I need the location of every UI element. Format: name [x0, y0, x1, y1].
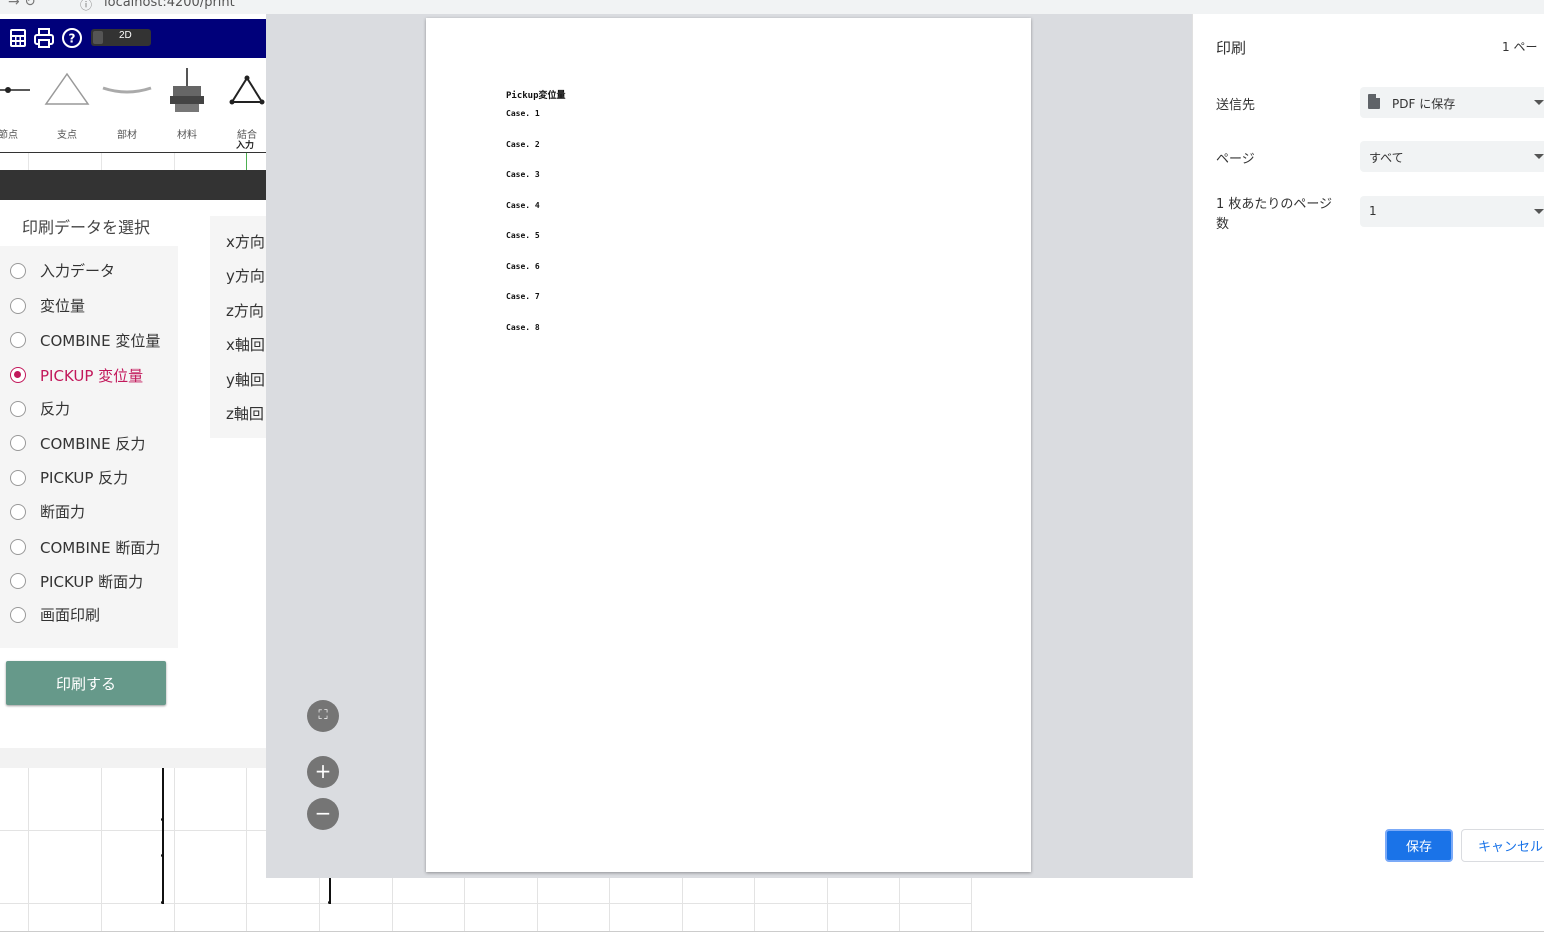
case-label: Case. 6 — [506, 262, 540, 271]
radio-reaction[interactable] — [10, 401, 26, 417]
case-label: Case. 1 — [506, 109, 540, 118]
pages-per-sheet-value: 1 — [1369, 204, 1377, 218]
tool-label: 節点 — [0, 130, 18, 141]
option-label[interactable]: 変位量 — [40, 295, 85, 316]
pages-value: すべて — [1369, 151, 1404, 165]
destination-label: 送信先 — [1216, 98, 1256, 113]
tool-node[interactable]: 節点 — [0, 66, 38, 146]
print-button[interactable]: 印刷する — [6, 661, 166, 705]
list-item[interactable]: x方向 — [226, 231, 265, 252]
chevron-down-icon — [1534, 154, 1544, 159]
radio-pickup-section-force[interactable] — [10, 573, 26, 589]
app-toolbar: ? 2D — [0, 19, 268, 58]
grid-strip — [0, 153, 268, 170]
pages-per-sheet-label: 1 枚あたりのページ — [1216, 197, 1333, 212]
preview-page: Pickup変位量 Case. 1 Case. 2 Case. 3 Case. … — [426, 18, 1031, 872]
option-label[interactable]: 画面印刷 — [40, 604, 100, 625]
print-dialog-title: 印刷 — [1216, 39, 1247, 57]
radio-displacement[interactable] — [10, 298, 26, 314]
node-point — [161, 901, 164, 904]
url-text[interactable]: localhost:4200/print — [104, 0, 235, 10]
case-label: Case. 5 — [506, 231, 540, 240]
option-label[interactable]: 入力データ — [40, 260, 115, 281]
node-point — [161, 854, 164, 857]
option-label[interactable]: COMBINE 反力 — [40, 433, 145, 454]
tool-label: 材料 — [177, 130, 197, 141]
support-icon — [44, 72, 90, 105]
member-icon — [102, 86, 152, 94]
pages-select[interactable]: すべて — [1360, 141, 1544, 172]
tool-label: 支点 — [57, 130, 77, 141]
option-label[interactable]: COMBINE 変位量 — [40, 330, 160, 351]
dimension-label: 2D — [119, 30, 132, 41]
tool-ribbon: 節点 支点 部材 材料 結合 — [0, 58, 268, 153]
cancel-button[interactable]: キャンセル — [1461, 829, 1544, 862]
print-panel-title: 印刷データを選択 — [22, 218, 151, 237]
list-item[interactable]: y方向 — [226, 265, 265, 286]
tool-label: 部材 — [117, 130, 137, 141]
help-icon[interactable]: ? — [61, 27, 83, 49]
tool-support[interactable]: 支点 — [37, 66, 97, 146]
header-band — [0, 170, 268, 200]
divider — [0, 931, 1544, 932]
direction-list: x方向 y方向 z方向 x軸回 y軸回 z軸回 — [210, 216, 268, 438]
list-item[interactable]: x軸回 — [226, 334, 265, 355]
chevron-down-icon — [1534, 209, 1544, 214]
info-icon[interactable]: ⓘ — [80, 0, 92, 13]
page-count: 1 ペー — [1502, 40, 1538, 54]
chevron-down-icon — [1534, 100, 1544, 105]
node-point — [328, 901, 331, 904]
destination-select[interactable]: PDF に保存 — [1360, 87, 1544, 118]
case-label: Case. 4 — [506, 201, 540, 210]
member-line — [162, 768, 164, 904]
tab-input[interactable]: 入力 — [236, 138, 254, 151]
list-item[interactable]: z方向 — [226, 300, 264, 321]
pages-per-sheet-label-cont: 数 — [1216, 217, 1230, 232]
radio-pickup-reaction[interactable] — [10, 470, 26, 486]
destination-value: PDF に保存 — [1392, 97, 1456, 111]
radio-screen-print[interactable] — [10, 607, 26, 623]
case-label: Case. 2 — [506, 140, 540, 149]
radio-combine-section-force[interactable] — [10, 539, 26, 555]
option-label[interactable]: 断面力 — [40, 501, 85, 522]
zoom-in-icon[interactable]: + — [307, 756, 339, 788]
browser-address-bar: → ↻ ⓘ localhost:4200/print — [0, 0, 1544, 14]
radio-input-data[interactable] — [10, 263, 26, 279]
pages-label: ページ — [1216, 152, 1255, 167]
fit-to-page-icon[interactable]: ⛶ — [307, 700, 339, 732]
zoom-out-icon[interactable]: − — [307, 798, 339, 830]
calculator-icon[interactable] — [7, 27, 29, 49]
tool-material[interactable]: 材料 — [157, 66, 217, 146]
list-item[interactable]: z軸回 — [226, 403, 264, 424]
option-label[interactable]: PICKUP 断面力 — [40, 571, 143, 592]
save-button[interactable]: 保存 — [1385, 829, 1453, 862]
option-label[interactable]: PICKUP 変位量 — [40, 365, 143, 386]
material-icon — [170, 68, 204, 112]
node-icon — [0, 87, 30, 93]
radio-pickup-displacement[interactable] — [10, 367, 26, 383]
reload-icon[interactable]: → ↻ — [8, 0, 36, 10]
radio-combine-displacement[interactable] — [10, 332, 26, 348]
radio-section-force[interactable] — [10, 504, 26, 520]
case-label: Case. 8 — [506, 323, 540, 332]
option-label[interactable]: 反力 — [40, 398, 70, 419]
case-label: Case. 7 — [506, 292, 540, 301]
node-point — [161, 818, 164, 821]
pages-per-sheet-select[interactable]: 1 — [1360, 196, 1544, 227]
panel-footer — [0, 748, 268, 768]
document-title: Pickup変位量 — [506, 91, 566, 101]
toggle-knob — [93, 31, 103, 44]
svg-text:?: ? — [69, 32, 76, 46]
case-label: Case. 3 — [506, 170, 540, 179]
radio-combine-reaction[interactable] — [10, 435, 26, 451]
option-label[interactable]: PICKUP 反力 — [40, 467, 128, 488]
tool-member[interactable]: 部材 — [97, 66, 157, 146]
dimension-toggle[interactable]: 2D — [91, 29, 151, 46]
printer-icon[interactable] — [33, 27, 55, 49]
file-icon — [1368, 94, 1380, 109]
list-item[interactable]: y軸回 — [226, 369, 265, 390]
option-label[interactable]: COMBINE 断面力 — [40, 537, 160, 558]
